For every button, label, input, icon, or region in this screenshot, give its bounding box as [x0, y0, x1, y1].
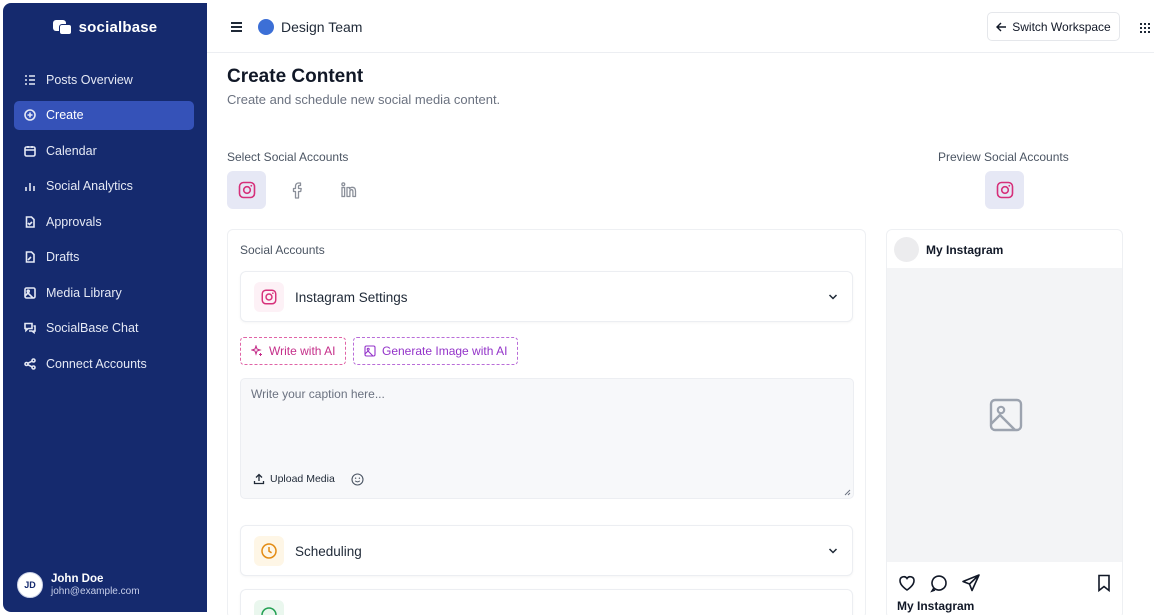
select-accounts-label: Select Social Accounts — [227, 150, 349, 164]
sidebar-item-drafts[interactable]: Drafts — [14, 243, 194, 272]
sidebar-item-label: SocialBase Chat — [46, 321, 139, 335]
page-title: Create Content — [227, 66, 364, 87]
send-icon[interactable] — [961, 573, 981, 593]
user-name: John Doe — [51, 573, 104, 585]
sidebar-nav: Posts Overview Create Calendar Social An… — [14, 65, 194, 385]
caption-box: Upload Media — [240, 378, 854, 499]
team-name: Design Team — [281, 19, 363, 35]
logo-icon — [52, 19, 73, 36]
sidebar-item-create[interactable]: Create — [14, 100, 194, 130]
app-name: socialbase — [78, 19, 158, 36]
preview-accounts-label: Preview Social Accounts — [938, 150, 1069, 164]
sidebar-item-label: Create — [46, 108, 84, 122]
sidebar-item-socialbase-chat[interactable]: SocialBase Chat — [14, 314, 194, 343]
heart-icon[interactable] — [897, 573, 917, 593]
social-accounts-label: Social Accounts — [240, 243, 325, 257]
page-subtitle: Create and schedule new social media con… — [227, 92, 501, 107]
clock-icon — [254, 536, 284, 566]
avatar — [894, 237, 919, 262]
sidebar: socialbase Posts Overview Create Calenda… — [3, 3, 207, 612]
image-icon — [24, 286, 36, 299]
calendar-icon — [24, 145, 36, 157]
sidebar-item-media-library[interactable]: Media Library — [14, 278, 194, 307]
preview-account-name: My Instagram — [926, 243, 1004, 257]
user-email: john@example.com — [51, 586, 140, 597]
chat-icon — [24, 322, 36, 334]
sidebar-item-label: Drafts — [46, 250, 80, 264]
chevron-down-icon[interactable] — [828, 292, 838, 302]
caption-input[interactable] — [241, 379, 853, 459]
upload-media-label: Upload Media — [270, 473, 335, 485]
share-icon — [24, 357, 36, 370]
image-placeholder-icon — [989, 398, 1022, 432]
upload-icon — [253, 473, 265, 485]
sidebar-item-connect-accounts[interactable]: Connect Accounts — [14, 349, 194, 378]
write-with-ai-label: Write with AI — [269, 344, 336, 358]
write-with-ai-button[interactable]: Write with AI — [240, 337, 347, 365]
preview-image-placeholder — [887, 268, 1122, 562]
sidebar-item-label: Social Analytics — [46, 179, 133, 193]
instagram-icon — [238, 181, 255, 199]
sidebar-item-label: Media Library — [46, 285, 122, 300]
facebook-icon — [292, 182, 302, 199]
file-check-icon — [24, 215, 36, 228]
instagram-preview-card: My Instagram My Instagram — [886, 229, 1123, 615]
sidebar-item-social-analytics[interactable]: Social Analytics — [14, 172, 194, 201]
next-section-partial[interactable] — [240, 589, 853, 615]
select-facebook-button[interactable] — [278, 171, 317, 209]
team-avatar — [258, 19, 274, 35]
top-bar: Design Team Switch Workspace — [207, 3, 1154, 53]
arrow-left-icon — [996, 22, 1007, 31]
linkedin-icon — [340, 182, 356, 198]
comment-icon[interactable] — [929, 573, 949, 593]
scheduling-section[interactable]: Scheduling — [240, 525, 853, 576]
generate-image-ai-button[interactable]: Generate Image with AI — [353, 337, 519, 365]
scheduling-title: Scheduling — [295, 544, 362, 559]
avatar: JD — [17, 572, 43, 598]
app-logo[interactable]: socialbase — [3, 19, 207, 36]
list-icon — [24, 74, 36, 86]
sidebar-item-label: Connect Accounts — [46, 356, 147, 371]
sidebar-item-approvals[interactable]: Approvals — [14, 207, 194, 236]
sidebar-item-label: Calendar — [46, 143, 97, 158]
upload-media-button[interactable]: Upload Media — [253, 473, 335, 485]
instagram-settings-section[interactable]: Instagram Settings — [240, 271, 853, 322]
sparkles-icon — [251, 345, 262, 356]
file-edit-icon — [24, 251, 36, 263]
switch-workspace-button[interactable]: Switch Workspace — [987, 12, 1120, 41]
emoji-icon[interactable] — [351, 473, 364, 486]
menu-icon[interactable] — [231, 22, 242, 32]
check-circle-icon — [254, 600, 284, 615]
generate-image-ai-label: Generate Image with AI — [382, 344, 508, 358]
sidebar-item-label: Approvals — [46, 214, 102, 229]
instagram-icon — [254, 282, 284, 312]
user-profile[interactable]: JD John Doe john@example.com — [17, 572, 140, 598]
sidebar-item-label: Posts Overview — [46, 72, 133, 87]
bookmark-icon[interactable] — [1094, 573, 1114, 593]
preview-instagram-button[interactable] — [985, 171, 1024, 209]
bar-chart-icon — [24, 180, 36, 192]
image-icon — [364, 345, 376, 357]
sidebar-item-calendar[interactable]: Calendar — [14, 136, 194, 165]
preview-actions — [897, 573, 1113, 593]
sidebar-item-posts-overview[interactable]: Posts Overview — [14, 65, 194, 94]
select-linkedin-button[interactable] — [329, 171, 368, 209]
apps-grid-icon[interactable] — [1140, 23, 1150, 33]
instagram-settings-title: Instagram Settings — [295, 290, 408, 305]
instagram-icon — [996, 181, 1013, 199]
select-instagram-button[interactable] — [227, 171, 266, 209]
preview-footer-name: My Instagram — [897, 599, 975, 613]
resize-handle-icon[interactable] — [844, 489, 851, 496]
switch-workspace-label: Switch Workspace — [1012, 19, 1111, 34]
chevron-down-icon[interactable] — [828, 546, 838, 556]
plus-circle-icon — [24, 109, 36, 121]
